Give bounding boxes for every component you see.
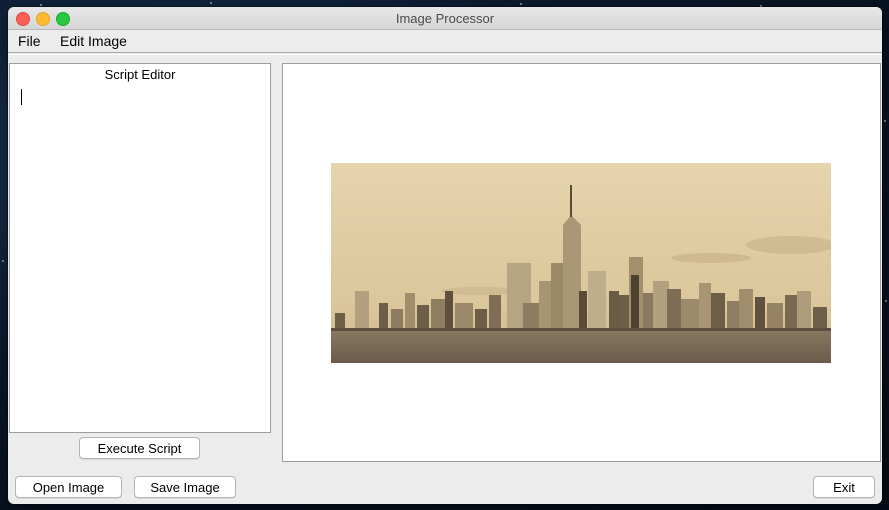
script-editor-title: Script Editor [104, 67, 176, 82]
open-image-button[interactable]: Open Image [15, 476, 122, 498]
skyline-image [331, 163, 831, 363]
app-window: Image Processor File Edit Image Script E… [8, 7, 882, 504]
image-display-panel [282, 63, 881, 462]
save-image-button[interactable]: Save Image [134, 476, 236, 498]
title-bar: Image Processor [8, 7, 882, 30]
menu-bar: File Edit Image [8, 30, 882, 53]
exit-button[interactable]: Exit [813, 476, 875, 498]
processed-image [331, 163, 831, 363]
menu-divider [8, 54, 882, 55]
menu-file[interactable]: File [18, 33, 41, 49]
text-caret [21, 89, 22, 105]
script-editor-panel: Script Editor [9, 63, 271, 433]
execute-script-button[interactable]: Execute Script [79, 437, 200, 459]
window-title: Image Processor [395, 11, 495, 26]
menu-edit-image[interactable]: Edit Image [60, 33, 127, 49]
script-editor-input[interactable] [14, 84, 266, 428]
